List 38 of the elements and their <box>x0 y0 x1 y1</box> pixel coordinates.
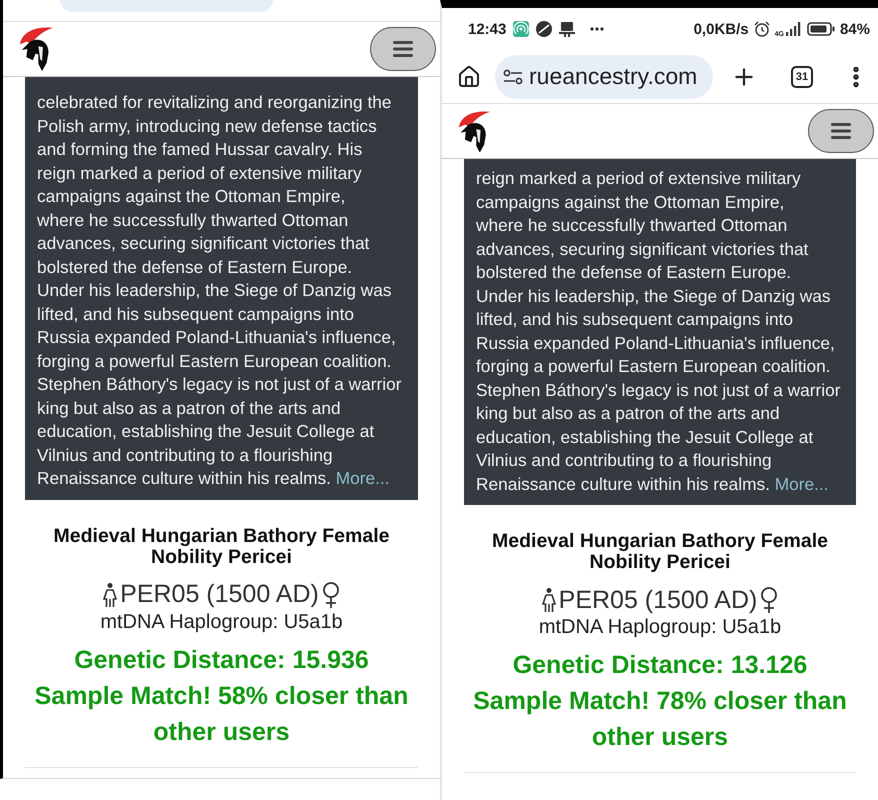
helmet-logo[interactable] <box>457 110 492 152</box>
female-sign-icon <box>760 587 778 613</box>
tab-count-button[interactable]: 31 <box>791 66 813 88</box>
ellipsis-icon <box>590 27 604 31</box>
person-icon <box>542 588 556 612</box>
genetic-distance: Genetic Distance: 13.126 <box>512 650 808 681</box>
menu-button[interactable] <box>808 109 874 153</box>
sample-id: PER05 (1500 AD) <box>558 586 758 614</box>
helmet-logo[interactable] <box>18 26 55 72</box>
person-icon <box>103 582 118 606</box>
match-text: Sample Match! 78% closer than other users <box>472 686 848 753</box>
match-text: Sample Match! 58% closer than other users <box>34 680 410 748</box>
description-text: reign marked a period of extensive military campaigns against the Ottoman Empire, where he successfully thwarted Ottoman advances, securing significant victories that bolstered the defense of Eastern Europe. Under his leadership, the Siege of Danzig was lifted, and his subsequent campaigns into Russia expanded Poland-Lithuania's influence, forging a powerful Eastern European coalition. Stephen Báthory's legacy is not just of a warrior king but also as a patron of the arts and education, establishing the Jesuit College at Vilnius and contributing to a flourishing Renaissance culture within his realms. More... <box>476 167 842 496</box>
slashed-circle-icon <box>536 21 552 37</box>
sample-title: Medieval Hungarian Bathory Female Nobility Pericei <box>491 531 829 573</box>
hotspot-icon <box>513 21 530 37</box>
home-icon[interactable] <box>457 64 481 88</box>
menu-icon <box>831 123 851 139</box>
network-speed: 0,0KB/s <box>694 20 749 38</box>
address-field[interactable]: rueancestry.com <box>495 54 713 98</box>
sample-title: Medieval Hungarian Bathory Female Nobility Pericei <box>52 526 390 568</box>
signal-bars-icon <box>786 22 802 36</box>
sample-id: PER05 (1500 AD) <box>120 580 319 609</box>
more-link[interactable]: More... <box>336 468 390 488</box>
status-time: 12:43 <box>468 20 506 38</box>
monitor-icon <box>559 21 576 37</box>
alarm-clock-icon <box>754 21 770 37</box>
battery-icon <box>806 22 835 36</box>
female-sign-icon <box>322 582 340 608</box>
haplogroup-text: mtDNA Haplogroup: U5a1b <box>538 616 782 638</box>
site-settings-icon[interactable] <box>503 68 523 84</box>
menu-button[interactable] <box>370 27 436 71</box>
genetic-distance: Genetic Distance: 15.936 <box>74 644 369 676</box>
more-link[interactable]: More... <box>774 474 829 494</box>
menu-icon <box>393 41 413 57</box>
haplogroup-text: mtDNA Haplogroup: U5a1b <box>100 610 343 632</box>
description-text: celebrated for revitalizing and reorganizing the Polish army, introducing new defense tactics and forming the famed Hussar cavalry. His reign marked a period of extensive military campaigns against the Ottoman Empire, where he successfully thwarted Ottoman advances, securing significant victories that bolstered the defense of Eastern Europe. Under his leadership, the Siege of Danzig was lifted, and his subsequent campaigns into Russia expanded Poland-Lithuania's influence, forging a powerful Eastern European coalition. Stephen Báthory's legacy is not just of a warrior king but also as a patron of the arts and education, establishing the Jesuit College at Vilnius and contributing to a flourishing Renaissance culture within his realms. More... <box>37 91 402 490</box>
battery-percent: 84% <box>840 20 870 38</box>
